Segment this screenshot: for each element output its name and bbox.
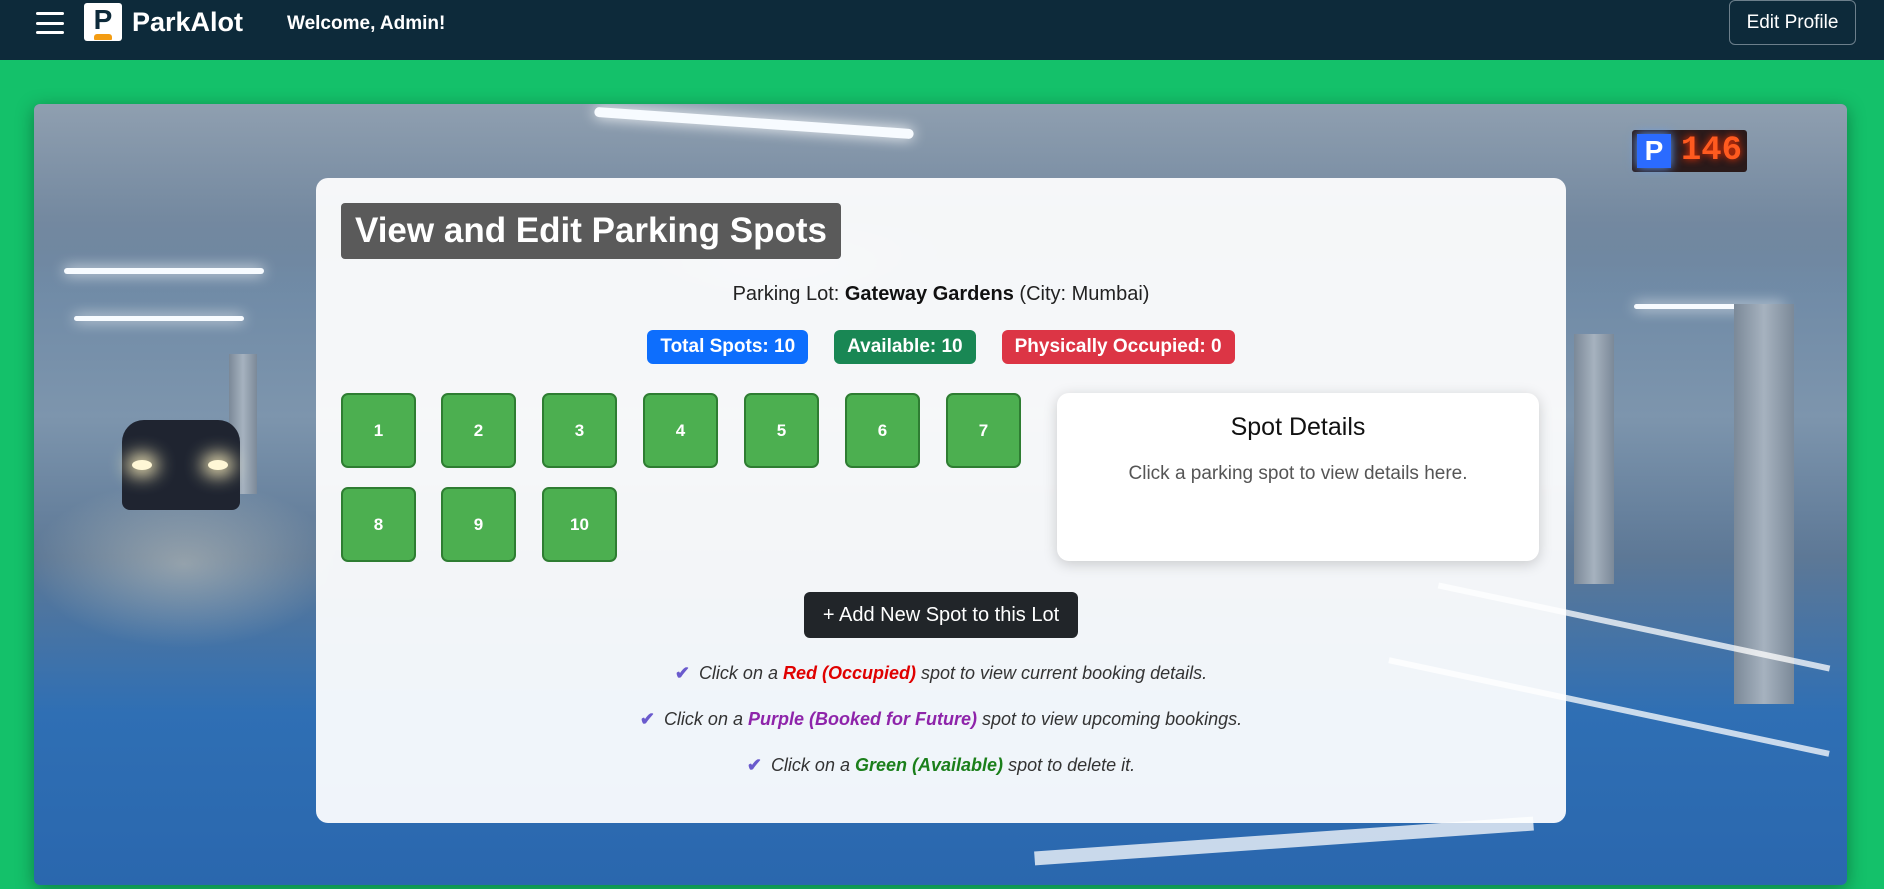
- brand-name[interactable]: ParkAlot: [132, 7, 243, 38]
- occupied-spots-badge: Physically Occupied: 0: [1001, 330, 1235, 364]
- top-navbar: P ParkAlot Welcome, Admin! Edit Profile: [0, 0, 1884, 60]
- ceiling-light: [64, 268, 264, 274]
- checkmark-icon: ✔: [639, 709, 655, 729]
- hint-green: ✔ Click on a Green (Available) spot to d…: [316, 755, 1566, 776]
- hint-key-red: Red (Occupied): [782, 663, 916, 683]
- parking-spot-10[interactable]: 10: [542, 487, 617, 562]
- hint-red: ✔ Click on a Red (Occupied) spot to view…: [316, 663, 1566, 684]
- spot-stats: Total Spots: 10 Available: 10 Physically…: [316, 330, 1566, 364]
- spot-details-panel: Spot Details Click a parking spot to vie…: [1057, 393, 1539, 561]
- lot-city: (City: Mumbai): [1019, 283, 1150, 305]
- parking-spot-9[interactable]: 9: [441, 487, 516, 562]
- hint-purple: ✔ Click on a Purple (Booked for Future) …: [316, 709, 1566, 730]
- page-title: View and Edit Parking Spots: [341, 203, 841, 259]
- hint-text: spot to view current booking details.: [921, 663, 1208, 683]
- menu-icon[interactable]: [36, 10, 64, 36]
- available-spots-badge: Available: 10: [834, 330, 976, 364]
- spot-details-text: Click a parking spot to view details her…: [1128, 463, 1468, 484]
- car-image: [122, 420, 240, 510]
- total-spots-badge: Total Spots: 10: [647, 330, 809, 364]
- pillar: [1574, 334, 1614, 584]
- add-spot-button[interactable]: + Add New Spot to this Lot: [804, 592, 1078, 638]
- headlight: [132, 460, 152, 470]
- parking-spot-3[interactable]: 3: [542, 393, 617, 468]
- hint-text: Click on a: [770, 755, 850, 775]
- parking-spot-6[interactable]: 6: [845, 393, 920, 468]
- hint-text: Click on a: [698, 663, 778, 683]
- hint-key-purple: Purple (Booked for Future): [747, 709, 977, 729]
- hint-text: spot to view upcoming bookings.: [982, 709, 1243, 729]
- headlight: [208, 460, 228, 470]
- pillar: [1734, 304, 1794, 704]
- parking-spot-2[interactable]: 2: [441, 393, 516, 468]
- checkmark-icon: ✔: [674, 663, 690, 683]
- parking-spots-card: View and Edit Parking Spots Parking Lot:…: [316, 178, 1566, 823]
- ceiling-light: [74, 316, 244, 321]
- parking-counter-sign: P 146: [1632, 130, 1747, 172]
- welcome-text: Welcome, Admin!: [287, 13, 446, 34]
- hint-key-green: Green (Available): [854, 755, 1004, 775]
- parking-lot-info: Parking Lot: Gateway Gardens (City: Mumb…: [316, 283, 1566, 306]
- edit-profile-button[interactable]: Edit Profile: [1729, 0, 1856, 45]
- checkmark-icon: ✔: [746, 755, 762, 775]
- parking-logo-icon: P: [84, 3, 122, 41]
- parking-spot-4[interactable]: 4: [643, 393, 718, 468]
- hint-text: spot to delete it.: [1008, 755, 1136, 775]
- parking-spot-8[interactable]: 8: [341, 487, 416, 562]
- parking-spot-7[interactable]: 7: [946, 393, 1021, 468]
- floor-marking: [1034, 816, 1534, 866]
- spot-details-title: Spot Details: [1230, 413, 1366, 441]
- parking-counter-number: 146: [1680, 132, 1743, 170]
- lot-name: Gateway Gardens: [844, 283, 1014, 305]
- lot-label: Parking Lot:: [732, 283, 840, 305]
- parking-p-icon: P: [1636, 134, 1671, 168]
- parking-spot-1[interactable]: 1: [341, 393, 416, 468]
- hint-text: Click on a: [663, 709, 743, 729]
- parking-spot-5[interactable]: 5: [744, 393, 819, 468]
